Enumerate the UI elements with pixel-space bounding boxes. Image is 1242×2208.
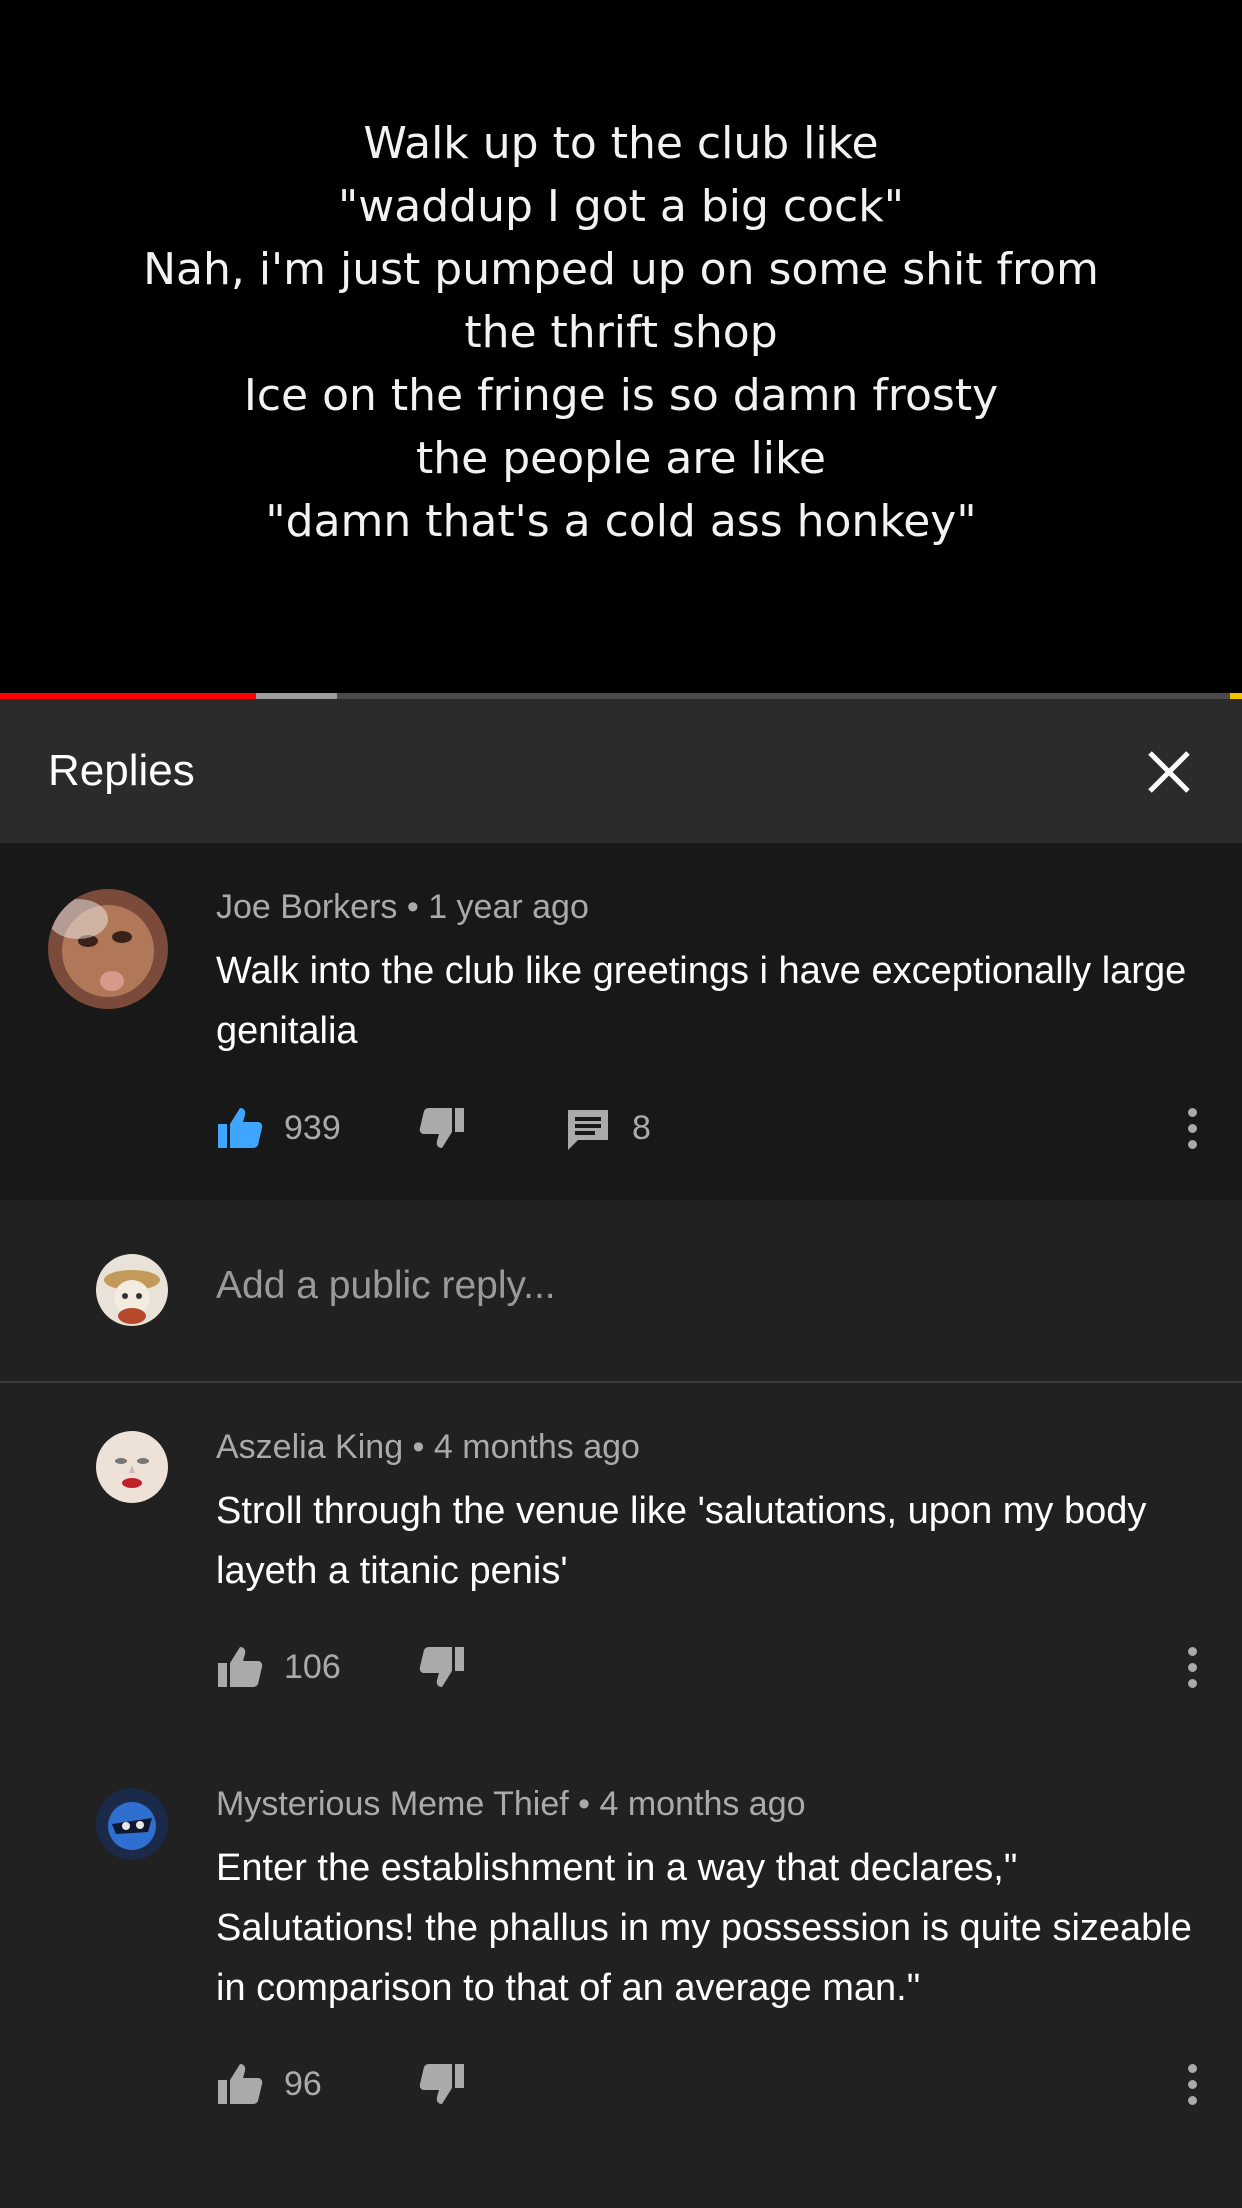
comment-text: Stroll through the venue like 'salutatio… [216,1490,1147,1592]
like-count: 96 [284,2064,322,2103]
user-avatar [96,1254,168,1326]
comment-text: Walk into the club like greetings i have… [216,950,1187,1052]
comment-text: Enter the establishment in a way that de… [216,1847,1192,2009]
close-icon[interactable] [1146,749,1192,795]
lyric-line: Walk up to the club like [363,118,879,169]
thumbs-up-icon[interactable] [216,1643,264,1691]
thumbs-down-icon[interactable] [418,1104,466,1152]
comment-meta: Aszelia King • 4 months ago [216,1428,640,1466]
lyric-line: "damn that's a cold ass honkey" [265,496,977,547]
avatar[interactable] [96,1431,168,1503]
reply-count[interactable]: 8 [632,1109,651,1148]
comment-meta: Joe Borkers • 1 year ago [216,888,589,926]
avatar[interactable] [96,1788,168,1860]
lyric-line: "waddup I got a big cock" [338,181,904,232]
comment-actions: 939 8 [216,1098,651,1158]
thumbs-down-icon[interactable] [418,1643,466,1691]
comment-author[interactable]: Mysterious Meme Thief [216,1785,569,1823]
comment-time: 1 year ago [428,888,589,926]
comment-author[interactable]: Joe Borkers [216,888,397,926]
video-lyrics: Walk up to the club like "waddup I got a… [71,112,1171,553]
replies-title: Replies [48,746,195,795]
lyric-line: the thrift shop [464,307,778,358]
more-options-icon[interactable] [1182,1098,1202,1158]
avatar[interactable] [48,889,168,1009]
replies-header: Replies [0,699,1242,843]
reply-comment: Mysterious Meme Thief • 4 months ago Ent… [0,1740,1242,2140]
like-count: 939 [284,1108,341,1147]
add-reply-box[interactable]: Add a public reply... [0,1200,1242,1383]
lyric-line: Nah, i'm just pumped up on some shit fro… [143,244,1099,295]
lyric-line: the people are like [416,433,826,484]
reply-comment-icon[interactable] [564,1104,612,1152]
reply-input[interactable]: Add a public reply... [216,1264,556,1308]
comment-time: 4 months ago [433,1428,640,1466]
comment-actions: 106 [216,1637,466,1697]
thumbs-up-icon[interactable] [216,2060,264,2108]
comment-author[interactable]: Aszelia King [216,1428,403,1466]
reply-comment: Aszelia King • 4 months ago Stroll throu… [0,1383,1242,1723]
lyric-line: Ice on the fringe is so damn frosty [243,370,999,421]
more-options-icon[interactable] [1182,1637,1202,1697]
video-player[interactable]: Walk up to the club like "waddup I got a… [0,0,1242,693]
thumbs-up-icon[interactable] [216,1104,264,1152]
like-count: 106 [284,1647,341,1686]
more-options-icon[interactable] [1182,2054,1202,2114]
comment-actions: 96 [216,2054,466,2114]
parent-comment: Joe Borkers • 1 year ago Walk into the c… [0,843,1242,1200]
comment-time: 4 months ago [599,1785,806,1823]
comment-meta: Mysterious Meme Thief • 4 months ago [216,1785,806,1823]
thumbs-down-icon[interactable] [418,2060,466,2108]
